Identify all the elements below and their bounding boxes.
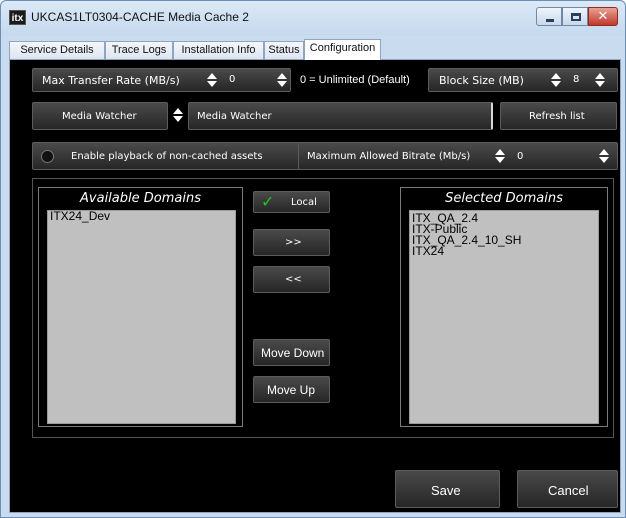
move-up-button[interactable]: Move Up (253, 376, 330, 403)
move-down-label: Move Down (261, 346, 325, 360)
add-domain-label: >> (285, 237, 302, 248)
media-watcher-value: Media Watcher (197, 111, 272, 122)
cancel-button[interactable]: Cancel (517, 470, 618, 508)
tab-installation-info[interactable]: Installation Info (173, 41, 264, 59)
max-transfer-rate-label: Max Transfer Rate (MB/s) (42, 74, 180, 87)
refresh-list-button[interactable]: Refresh list (500, 102, 617, 130)
unlimited-note: 0 = Unlimited (Default) (300, 74, 410, 86)
arrow-down-icon (595, 81, 605, 87)
arrow-up-icon (595, 73, 605, 79)
remove-domain-button[interactable]: << (253, 266, 330, 293)
close-icon: ✕ (597, 9, 609, 24)
title-bar[interactable]: itx UKCAS1LT0304-CACHE Media Cache 2 ✕ (1, 1, 625, 35)
window-title: UKCAS1LT0304-CACHE Media Cache 2 (31, 10, 249, 24)
available-domains-group: Available Domains ITX24_Dev (38, 187, 243, 427)
minimize-button[interactable] (536, 7, 562, 26)
max-transfer-rate-right-spinner[interactable] (277, 72, 287, 90)
arrow-up-icon (173, 108, 183, 114)
move-down-button[interactable]: Move Down (253, 339, 330, 366)
block-size-field: Block Size (MB) 8 (428, 68, 618, 92)
media-watcher-spinner[interactable] (173, 107, 183, 125)
tab-status[interactable]: Status (264, 41, 304, 59)
configuration-panel: Max Transfer Rate (MB/s) 0 0 = Unlimited… (9, 59, 621, 513)
enable-playback-label: Enable playback of non-cached assets (71, 151, 263, 162)
tab-trace-logs[interactable]: Trace Logs (105, 41, 173, 59)
tab-service-details[interactable]: Service Details (9, 41, 105, 59)
app-window: itx UKCAS1LT0304-CACHE Media Cache 2 ✕ S… (0, 0, 626, 518)
max-transfer-rate-field: Max Transfer Rate (MB/s) 0 (32, 68, 291, 92)
max-bitrate-right-spinner[interactable] (599, 148, 609, 166)
selected-domains-list[interactable]: ITX_QA_2.4 ITX-Public ITX_QA_2.4_10_SH I… (409, 210, 599, 424)
local-button[interactable]: ✓ Local (253, 191, 330, 213)
minimize-icon (546, 19, 554, 22)
media-watcher-select[interactable]: Media Watcher (188, 102, 493, 130)
local-button-label: Local (291, 197, 317, 208)
available-domains-list[interactable]: ITX24_Dev (47, 210, 236, 424)
max-bitrate-field: Maximum Allowed Bitrate (Mb/s) 0 (298, 142, 618, 170)
arrow-down-icon (207, 81, 217, 87)
block-size-right-spinner[interactable] (595, 72, 605, 90)
save-button[interactable]: Save (395, 470, 500, 508)
enable-playback-toggle[interactable]: Enable playback of non-cached assets (32, 142, 300, 170)
domains-section: Available Domains ITX24_Dev ✓ Local >> <… (32, 178, 614, 438)
selected-domains-group: Selected Domains ITX_QA_2.4 ITX-Public I… (400, 187, 608, 427)
list-item[interactable]: ITX24 (410, 245, 598, 257)
check-icon: ✓ (261, 192, 275, 211)
move-up-label: Move Up (267, 383, 316, 397)
refresh-list-label: Refresh list (529, 111, 585, 122)
tab-configuration[interactable]: Configuration (304, 39, 381, 60)
arrow-down-icon (277, 81, 287, 87)
save-label: Save (431, 483, 461, 498)
block-size-label: Block Size (MB) (439, 74, 524, 87)
arrow-up-icon (599, 149, 609, 155)
add-domain-button[interactable]: >> (253, 229, 330, 256)
app-logo-icon: itx (9, 10, 26, 25)
selected-domains-title: Selected Domains (445, 191, 563, 206)
available-domains-title: Available Domains (80, 191, 201, 206)
list-item[interactable]: ITX24_Dev (48, 210, 235, 222)
max-transfer-rate-value[interactable]: 0 (229, 74, 235, 85)
radio-off-icon (41, 150, 54, 163)
max-bitrate-label: Maximum Allowed Bitrate (Mb/s) (307, 151, 471, 162)
max-transfer-rate-spinner[interactable] (207, 72, 217, 90)
arrow-down-icon (599, 157, 609, 163)
max-bitrate-value[interactable]: 0 (517, 151, 523, 162)
arrow-down-icon (495, 157, 505, 163)
arrow-up-icon (277, 73, 287, 79)
media-watcher-button-label: Media Watcher (62, 111, 137, 122)
arrow-down-icon (551, 81, 561, 87)
block-size-spinner[interactable] (551, 72, 561, 90)
arrow-up-icon (495, 149, 505, 155)
media-watcher-button[interactable]: Media Watcher (32, 102, 168, 130)
maximize-icon (571, 13, 581, 21)
arrow-up-icon (207, 73, 217, 79)
cancel-label: Cancel (548, 483, 589, 498)
close-button[interactable]: ✕ (588, 7, 618, 26)
max-bitrate-spinner[interactable] (495, 148, 505, 166)
arrow-down-icon (173, 116, 183, 122)
arrow-up-icon (551, 73, 561, 79)
remove-domain-label: << (285, 274, 302, 285)
block-size-value[interactable]: 8 (573, 74, 579, 85)
maximize-button[interactable] (562, 7, 588, 26)
